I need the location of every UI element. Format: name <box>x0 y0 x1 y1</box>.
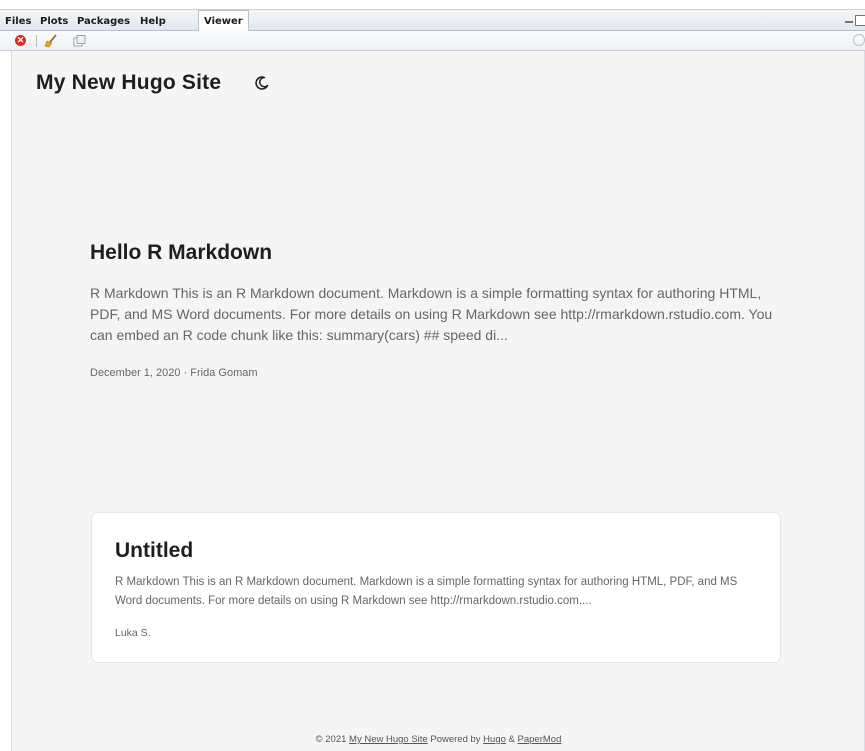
post-summary: R Markdown This is an R Markdown documen… <box>115 576 738 607</box>
stop-icon[interactable]: ✕ <box>14 34 28 48</box>
pane-window-controls <box>843 15 865 27</box>
broom-icon[interactable] <box>44 34 58 48</box>
post-meta: Luka S. <box>115 627 151 639</box>
minimize-icon[interactable] <box>845 21 853 23</box>
post-meta: December 1, 2020 · Frida Gomam <box>90 367 258 379</box>
viewer-pane: My New Hugo Site Hello R Markdown R Mark… <box>11 51 865 751</box>
footer-hugo-link[interactable]: Hugo <box>483 734 506 745</box>
site-title[interactable]: My New Hugo Site <box>36 71 221 95</box>
footer-papermod-link[interactable]: PaperMod <box>518 734 562 745</box>
maximize-icon[interactable] <box>855 15 865 26</box>
footer-powered-by: Powered by <box>430 734 481 745</box>
tab-viewer[interactable]: Viewer <box>198 10 249 33</box>
post-title[interactable]: Hello R Markdown <box>90 241 272 265</box>
post-summary: R Markdown This is an R Markdown documen… <box>90 285 773 343</box>
refresh-icon[interactable] <box>853 34 865 46</box>
pane-tab-bar: Files Plots Packages Help Viewer <box>0 9 865 33</box>
footer-ampersand: & <box>508 734 515 745</box>
viewer-toolbar: ✕ <box>0 31 865 51</box>
site-footer: © 2021 My New Hugo Site Powered by Hugo … <box>12 734 865 745</box>
tab-plots[interactable]: Plots <box>35 13 73 31</box>
tab-files[interactable]: Files <box>0 13 36 31</box>
toolbar-separator <box>36 35 37 47</box>
popout-icon[interactable] <box>72 34 86 48</box>
post-card[interactable]: Untitled R Markdown This is an R Markdow… <box>91 512 781 663</box>
footer-copyright: © 2021 <box>315 734 347 745</box>
tab-help[interactable]: Help <box>135 13 171 31</box>
post-title[interactable]: Untitled <box>115 539 193 563</box>
tab-packages[interactable]: Packages <box>72 13 135 31</box>
moon-icon[interactable] <box>254 75 270 91</box>
footer-site-link[interactable]: My New Hugo Site <box>349 734 428 745</box>
